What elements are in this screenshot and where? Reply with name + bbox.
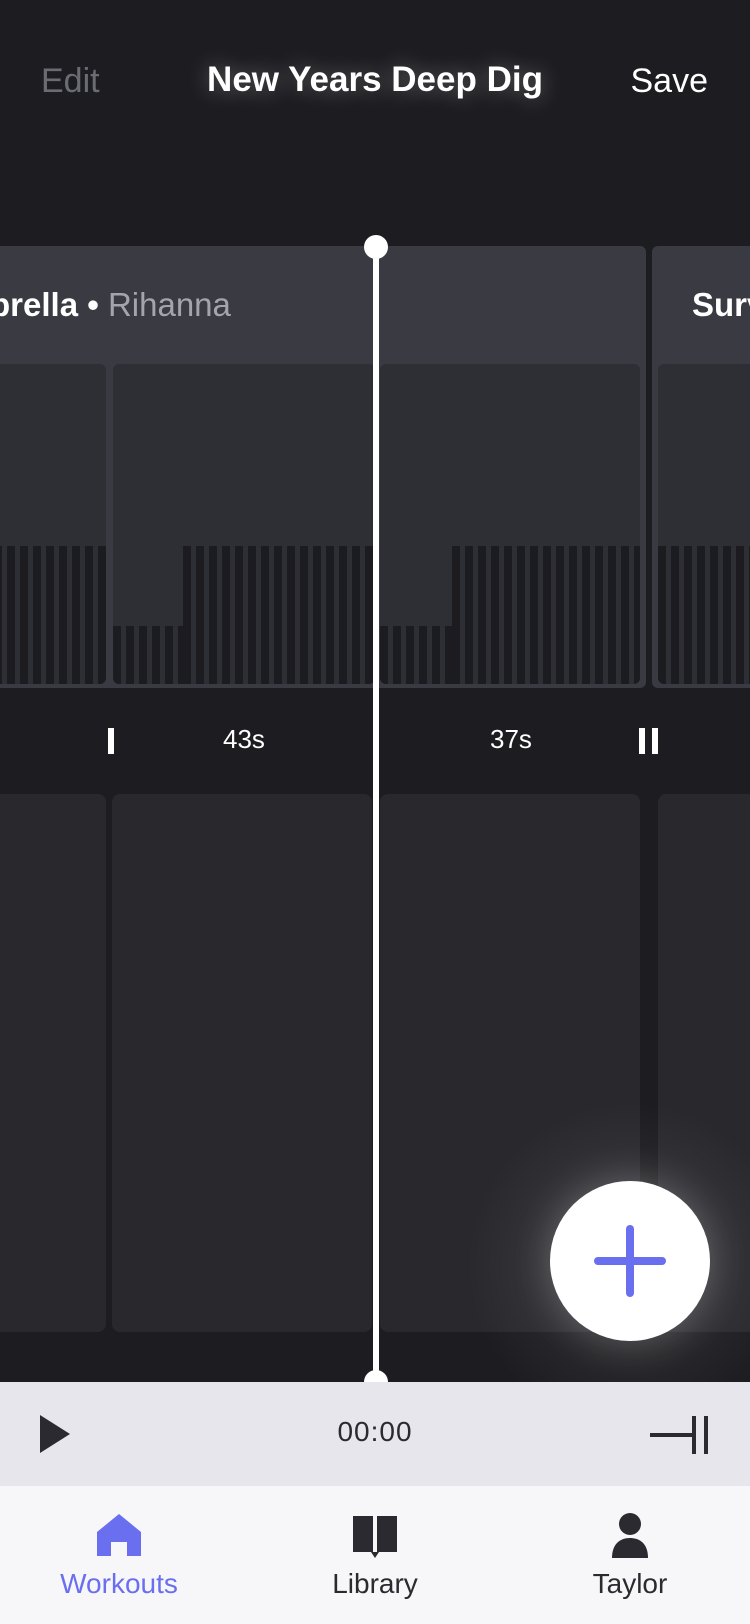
save-button[interactable]: Save [631,62,709,101]
interval-segment[interactable] [658,364,750,684]
tab-profile[interactable]: Taylor [505,1486,750,1624]
playhead-top-handle[interactable] [364,235,388,259]
interval-card[interactable] [0,794,106,1332]
tab-workouts[interactable]: Workouts [0,1486,244,1624]
elapsed-time: 00:00 [337,1416,413,1447]
tab-label: Workouts [60,1568,178,1599]
track-artist: Rihanna [107,286,231,323]
book-icon [353,1516,397,1558]
workout-editor: Edit New Years Deep Dig Save brella • Ri… [0,0,750,1624]
playhead[interactable] [373,246,379,1382]
tab-library[interactable]: Library [250,1486,500,1624]
tab-bar: Workouts Library Taylor [0,1486,750,1624]
interval-duration: 43s [223,724,265,754]
person-icon [612,1513,648,1558]
track-separator: • [87,286,99,323]
transport-bar: 00:00 [0,1382,750,1486]
add-button[interactable] [550,1181,710,1341]
interval-duration: 37s [490,724,532,754]
intensity-bars [0,546,106,684]
track-label: Surv [692,286,750,324]
track-umbrella[interactable]: brella • Rihanna [0,246,646,688]
intensity-bars [380,626,455,684]
interval-segment[interactable] [0,364,106,684]
track-title: brella [0,286,79,323]
pause-marker-icon [652,728,658,754]
interval-divider-icon [108,728,114,754]
plus-icon [594,1225,666,1297]
skip-to-end-icon[interactable] [648,1414,712,1456]
tab-label: Taylor [592,1568,668,1599]
intensity-bars [658,546,750,684]
track-next[interactable]: Surv [652,246,750,688]
interval-card[interactable] [112,794,372,1332]
pause-marker-icon [639,728,645,754]
interval-segment[interactable] [380,364,640,684]
home-icon [97,1514,141,1556]
intensity-bars [113,626,183,684]
tab-label: Library [332,1568,418,1599]
intensity-bars [452,546,640,684]
interval-segment[interactable] [113,364,375,684]
track-label: brella • Rihanna [0,286,231,324]
track-title: Surv [692,286,750,323]
header: Edit New Years Deep Dig Save [0,0,750,165]
intensity-bars [183,546,375,684]
